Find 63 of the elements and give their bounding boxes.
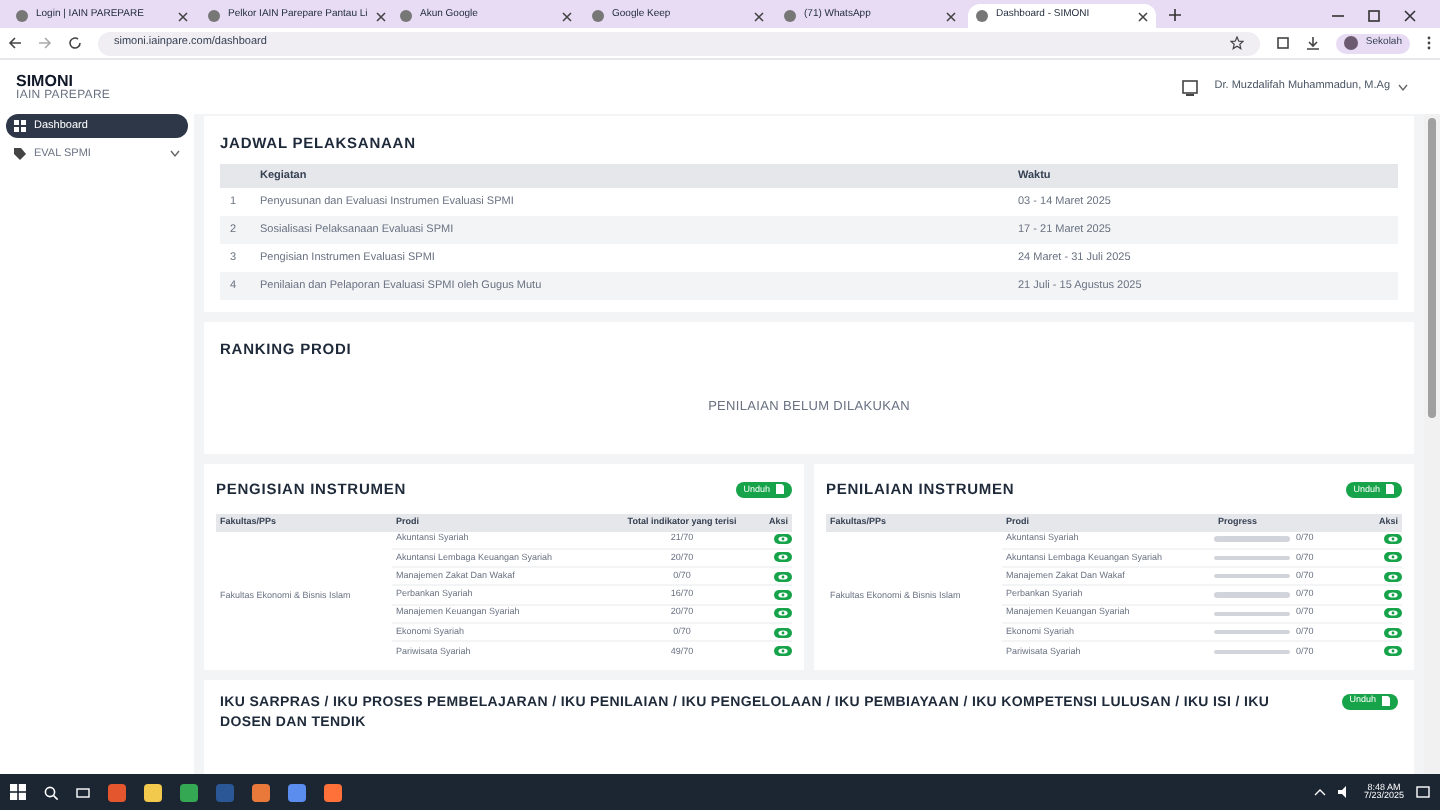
brand-title: SIMONI [16, 73, 73, 89]
view-button[interactable] [1384, 646, 1402, 657]
view-button[interactable] [774, 646, 792, 657]
speaker-icon[interactable] [1337, 786, 1352, 798]
star-icon[interactable] [1229, 36, 1244, 50]
task-view-icon[interactable] [76, 785, 90, 799]
eye-icon [1388, 610, 1398, 617]
eye-icon [778, 536, 788, 543]
site-icon [784, 10, 796, 22]
close-icon[interactable] [562, 11, 572, 21]
new-tab-icon[interactable] [1168, 8, 1182, 22]
eye-icon [778, 648, 788, 655]
eye-icon [1388, 629, 1398, 636]
eye-icon [1388, 554, 1398, 561]
eye-icon [778, 592, 788, 599]
site-icon [208, 10, 220, 22]
minimize-icon[interactable] [1332, 10, 1344, 22]
close-icon[interactable] [1138, 11, 1148, 21]
back-icon[interactable] [8, 36, 22, 50]
site-icon [16, 10, 28, 22]
eye-icon [1388, 573, 1398, 580]
chevron-up-icon[interactable] [1313, 788, 1326, 796]
download-icon[interactable] [1305, 36, 1320, 50]
close-icon[interactable] [1404, 10, 1416, 22]
monitor-icon [1182, 79, 1199, 95]
view-button[interactable] [774, 608, 792, 619]
eye-icon [778, 629, 788, 636]
eye-icon [1388, 592, 1398, 599]
view-button[interactable] [1384, 534, 1402, 545]
scrollbar-thumb[interactable] [1428, 118, 1436, 418]
view-button[interactable] [1384, 571, 1402, 582]
site-icon [592, 10, 604, 22]
view-button[interactable] [774, 571, 792, 582]
close-icon[interactable] [375, 11, 386, 21]
close-icon[interactable] [178, 11, 188, 21]
grid-icon [14, 120, 26, 132]
view-button[interactable] [1384, 552, 1402, 563]
view-button[interactable] [774, 590, 792, 601]
eye-icon [1388, 536, 1398, 543]
site-icon [976, 10, 988, 22]
eye-icon [778, 554, 788, 561]
eye-icon [778, 610, 788, 617]
restore-icon[interactable] [1368, 10, 1380, 22]
view-button[interactable] [1384, 590, 1402, 601]
view-button[interactable] [774, 627, 792, 638]
view-button[interactable] [1384, 608, 1402, 619]
close-icon[interactable] [946, 11, 956, 21]
reload-icon[interactable] [68, 36, 82, 50]
app-icon[interactable] [108, 783, 126, 801]
caret-icon [1398, 83, 1408, 91]
view-button[interactable] [1384, 627, 1402, 638]
tag-icon [14, 148, 26, 160]
view-button[interactable] [774, 534, 792, 545]
eye-icon [1388, 648, 1398, 655]
search-icon[interactable] [44, 785, 58, 799]
view-button[interactable] [774, 552, 792, 563]
eye-icon [778, 573, 788, 580]
avatar-icon [1343, 36, 1358, 50]
app-icon[interactable] [252, 783, 270, 801]
close-icon[interactable] [754, 11, 764, 21]
menu-icon[interactable] [1426, 36, 1432, 50]
windows-icon[interactable] [10, 784, 26, 800]
site-icon [400, 10, 412, 22]
